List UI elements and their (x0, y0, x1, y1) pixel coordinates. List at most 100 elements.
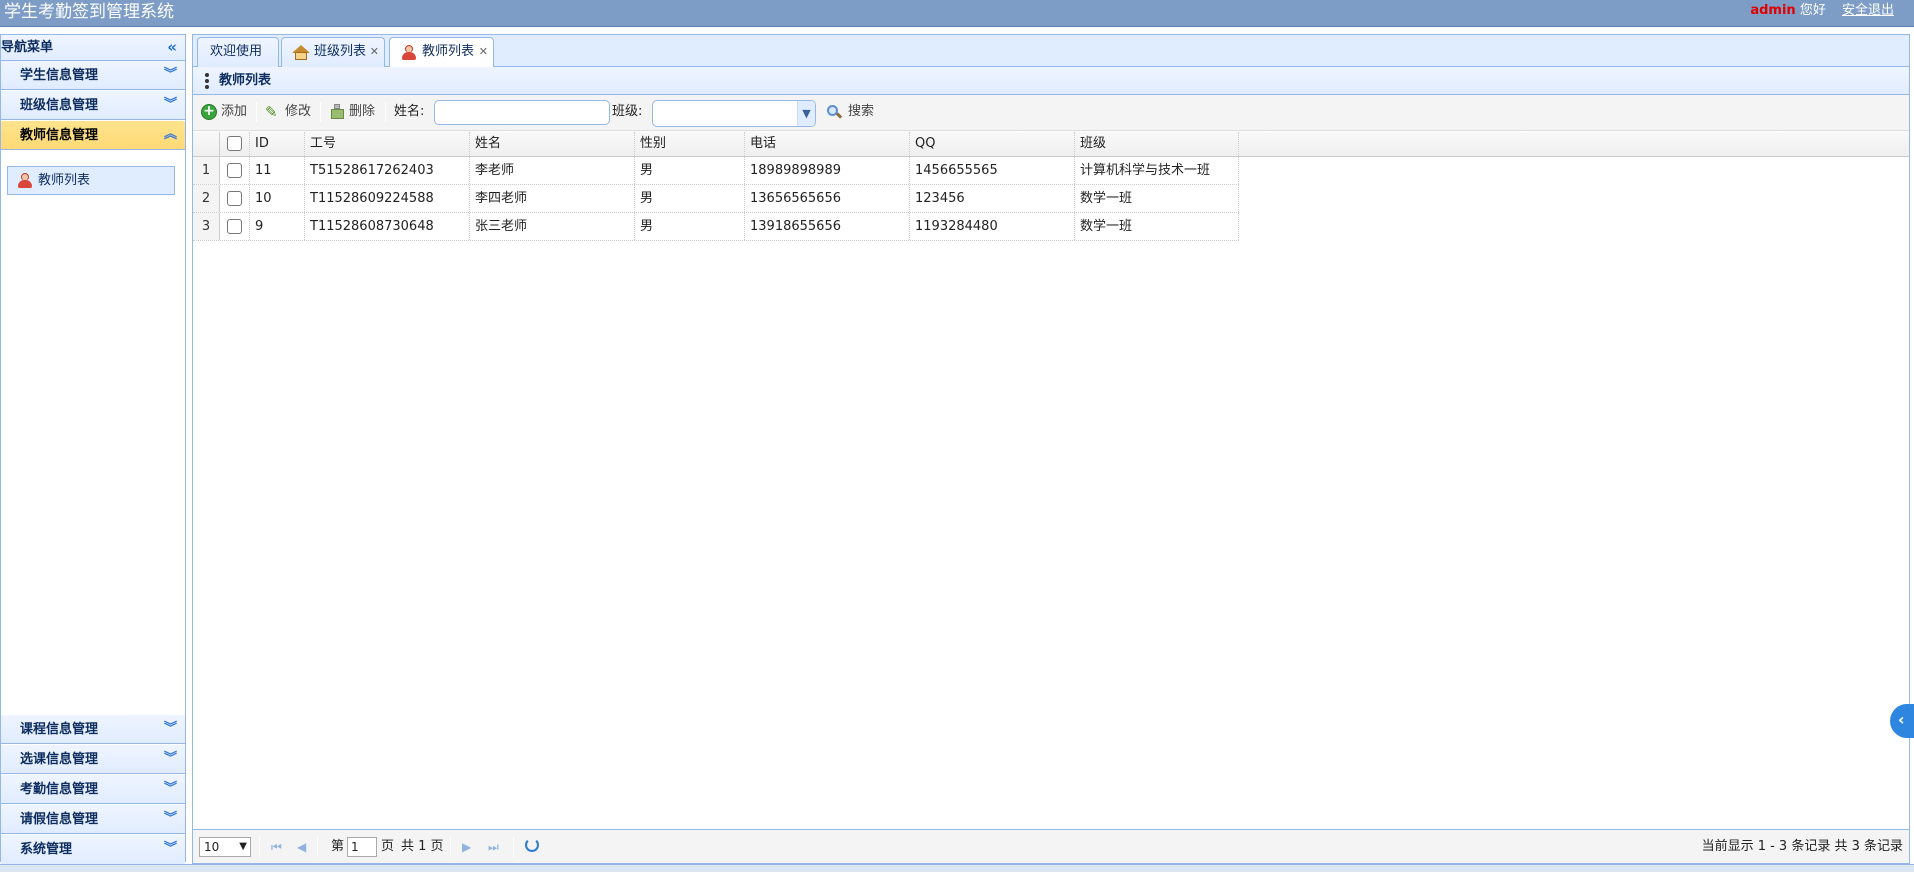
nav-section-system[interactable]: 系统管理 ︾ (1, 835, 185, 864)
nav-section-label: 请假信息管理 (20, 812, 99, 827)
tab-label: 欢迎使用 (210, 44, 263, 59)
chevron-down-icon[interactable]: ▼ (797, 101, 815, 126)
row-number-header (193, 132, 220, 156)
nav-item-teacher-list[interactable]: 教师列表 (7, 166, 175, 195)
page-prefix: 第 (331, 839, 345, 854)
chevron-down-icon: ▼ (239, 841, 247, 852)
page-size-select[interactable]: 10 ▼ (199, 837, 251, 857)
edit-button[interactable]: ✎ 修改 (263, 101, 311, 123)
add-label: 添加 (221, 104, 248, 119)
name-filter-label: 姓名: (394, 104, 425, 119)
close-icon[interactable]: ✕ (479, 38, 488, 66)
cell-class: 计算机科学与技术一班 (1075, 157, 1239, 184)
search-label: 搜索 (848, 104, 875, 119)
last-page-icon[interactable]: ⏭ (488, 838, 499, 856)
cell-name: 李四老师 (470, 185, 635, 212)
nav-section-course-selection[interactable]: 选课信息管理 ︾ (1, 745, 185, 774)
nav-section-leave[interactable]: 请假信息管理 ︾ (1, 805, 185, 834)
table-row[interactable]: 1 11 T51528617262403 李老师 男 18989898989 1… (193, 157, 1239, 185)
chevron-double-down-icon: ︾ (163, 781, 177, 796)
column-header-name[interactable]: 姓名 (470, 132, 635, 156)
pencil-icon: ✎ (265, 103, 278, 121)
logout-link[interactable]: 安全退出 (1842, 3, 1894, 18)
main-tabs-panel: 欢迎使用 班级列表 ✕ 教师列表 ✕ 教师列表 + 添加 ✎ 修改 删除 姓名:… (192, 34, 1910, 864)
tab-teacher-list[interactable]: 教师列表 ✕ (389, 37, 494, 68)
nav-section-teacher[interactable]: 教师信息管理 ︽ (1, 121, 185, 150)
select-all-checkbox[interactable] (227, 136, 242, 151)
navigation-menu: 导航菜单 « 学生信息管理 ︾ 班级信息管理 ︾ 教师信息管理 ︽ 教师列表 课… (0, 34, 186, 864)
cell-gender: 男 (635, 213, 745, 240)
edit-label: 修改 (285, 104, 312, 119)
first-page-icon[interactable]: ⏮ (271, 838, 282, 856)
cell-phone: 13656565656 (745, 185, 910, 212)
tab-label: 教师列表 (422, 44, 475, 59)
app-header: 学生考勤签到管理系统 admin 您好 安全退出 (0, 0, 1914, 27)
row-number: 1 (193, 157, 220, 184)
row-checkbox[interactable] (227, 163, 242, 178)
row-number: 3 (193, 213, 220, 240)
column-header-qq[interactable]: QQ (910, 132, 1075, 156)
footer-bar (0, 864, 1914, 872)
user-area: admin 您好 安全退出 (1750, 0, 1894, 22)
close-icon[interactable]: ✕ (370, 38, 379, 66)
row-checkbox[interactable] (227, 219, 242, 234)
cell-id: 11 (250, 157, 305, 184)
cell-phone: 18989898989 (745, 157, 910, 184)
page-number-input[interactable]: 1 (347, 837, 377, 857)
nav-section-course[interactable]: 课程信息管理 ︾ (1, 715, 185, 744)
greeting: 您好 (1799, 3, 1826, 18)
tab-strip: 欢迎使用 班级列表 ✕ 教师列表 ✕ (193, 35, 1909, 68)
app-title: 学生考勤签到管理系统 (4, 2, 174, 22)
page-suffix: 页 (381, 839, 395, 854)
cell-qq: 123456 (910, 185, 1075, 212)
panel-header: 教师列表 (193, 67, 1909, 95)
refresh-icon[interactable] (525, 838, 539, 852)
table-row[interactable]: 3 9 T11528608730648 张三老师 男 13918655656 1… (193, 213, 1239, 241)
nav-section-attendance[interactable]: 考勤信息管理 ︾ (1, 775, 185, 804)
tab-welcome[interactable]: 欢迎使用 (197, 37, 279, 67)
class-filter-label: 班级: (612, 104, 643, 119)
cell-phone: 13918655656 (745, 213, 910, 240)
row-checkbox[interactable] (227, 191, 242, 206)
nav-title-label: 导航菜单 (1, 40, 54, 55)
add-button[interactable]: + 添加 (199, 101, 247, 123)
prev-page-icon[interactable]: ◀ (297, 838, 306, 856)
cell-id: 9 (250, 213, 305, 240)
cell-class: 数学一班 (1075, 213, 1239, 240)
nav-section-label: 系统管理 (20, 842, 73, 857)
collapse-left-icon[interactable]: « (167, 35, 177, 59)
class-select[interactable]: ▼ (652, 100, 816, 127)
select-all-checkbox-cell (220, 132, 250, 156)
row-checkbox-cell (220, 213, 250, 240)
chevron-double-down-icon: ︾ (163, 721, 177, 736)
column-header-staff-no[interactable]: 工号 (305, 132, 470, 156)
chevron-double-down-icon: ︾ (163, 811, 177, 826)
column-header-gender[interactable]: 性别 (635, 132, 745, 156)
column-header-class[interactable]: 班级 (1075, 132, 1239, 156)
row-number: 2 (193, 185, 220, 212)
chevron-double-down-icon: ︾ (163, 97, 177, 112)
next-page-icon[interactable]: ▶ (462, 838, 471, 856)
cell-staff-no: T51528617262403 (305, 157, 470, 184)
pager-divider (259, 837, 260, 857)
tab-label: 班级列表 (314, 44, 367, 59)
delete-button[interactable]: 删除 (327, 101, 375, 123)
name-search-input[interactable] (434, 100, 610, 125)
search-button[interactable]: 搜索 (826, 101, 874, 123)
column-header-phone[interactable]: 电话 (745, 132, 910, 156)
nav-section-student[interactable]: 学生信息管理 ︾ (1, 61, 185, 90)
tab-class-list[interactable]: 班级列表 ✕ (281, 37, 385, 67)
pagination-bar: 10 ▼ ⏮ ◀ 第 1 页 共 1 页 ▶ ⏭ 当前显示 1 - 3 条记录 … (193, 829, 1909, 863)
column-header-id[interactable]: ID (250, 132, 305, 156)
toolbar-divider (256, 102, 257, 122)
house-icon (292, 45, 310, 60)
chevron-double-down-icon: ︾ (163, 67, 177, 82)
teacher-icon (18, 173, 32, 188)
total-pages: 共 1 页 (401, 839, 444, 854)
cell-gender: 男 (635, 157, 745, 184)
delete-label: 删除 (349, 104, 376, 119)
search-icon (826, 104, 843, 120)
nav-section-class[interactable]: 班级信息管理 ︾ (1, 91, 185, 120)
table-row[interactable]: 2 10 T11528609224588 李四老师 男 13656565656 … (193, 185, 1239, 213)
cell-staff-no: T11528609224588 (305, 185, 470, 212)
